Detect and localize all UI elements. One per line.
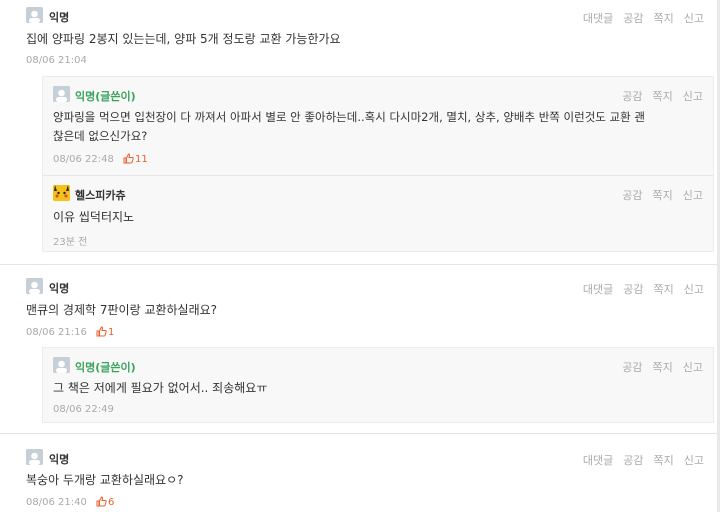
comment-author: 익명 <box>49 282 70 295</box>
message-button[interactable]: 쪽지 <box>653 189 673 202</box>
comment-author: 익명 <box>49 453 70 466</box>
message-button[interactable]: 쪽지 <box>654 12 674 25</box>
message-button[interactable]: 쪽지 <box>653 90 673 103</box>
comment-text: 맨큐의 경제학 7판이랑 교환하실래요? <box>26 303 218 317</box>
message-button[interactable]: 쪽지 <box>654 283 674 296</box>
comment-actions: 대댓글 공감 쪽지 신고 <box>573 452 704 468</box>
reply-author: 익명(글쓴이) <box>75 361 136 374</box>
reply-text-line-2: 찮은데 없으신가요? <box>53 129 148 143</box>
reply-button[interactable]: 대댓글 <box>583 283 613 296</box>
comment-text: 집에 양파링 2봉지 있는는데, 양파 5개 정도랑 교환 가능한가요 <box>26 32 341 46</box>
like-count: 1 <box>96 326 114 338</box>
like-button[interactable]: 공감 <box>622 361 642 374</box>
reply-actions: 공감 쪽지 신고 <box>612 187 703 203</box>
comment-time: 08/06 21:04 <box>26 55 87 66</box>
thumbs-up-icon <box>96 496 107 507</box>
report-button[interactable]: 신고 <box>684 454 704 467</box>
comment-meta: 08/06 21:40 6 <box>26 496 114 508</box>
reply-actions: 공감 쪽지 신고 <box>612 359 703 375</box>
comment-1: 익명 대댓글 공감 쪽지 신고 집에 양파링 2봉지 있는는데, 양파 5개 정도랑 … <box>0 0 720 264</box>
reply-text: 그 책은 저에게 필요가 없어서.. 죄송해요ㅠ <box>53 381 268 395</box>
reply-time: 23분 전 <box>53 237 88 248</box>
report-button[interactable]: 신고 <box>683 361 703 374</box>
reply-list: 익명(글쓴이) 공감 쪽지 신고 그 책은 저에게 필요가 없어서.. 죄송해요ㅠ … <box>42 347 714 423</box>
message-button[interactable]: 쪽지 <box>654 454 674 467</box>
reply-meta: 08/06 22:48 11 <box>53 153 148 165</box>
reply-button[interactable]: 대댓글 <box>583 454 613 467</box>
thumbs-up-icon <box>123 153 134 164</box>
thumbs-up-icon <box>96 326 107 337</box>
default-avatar-icon <box>26 7 43 23</box>
reply-actions: 공감 쪽지 신고 <box>612 88 703 104</box>
like-count: 11 <box>123 153 148 165</box>
like-button[interactable]: 공감 <box>623 454 643 467</box>
reply-text: 이유 씹덕터지노 <box>53 210 135 224</box>
reply-button[interactable]: 대댓글 <box>583 12 613 25</box>
comment-author: 익명 <box>49 11 70 24</box>
comment-3: 익명 대댓글 공감 쪽지 신고 복숭아 두개랑 교환하실래요ㅇ? 08/06 21:4… <box>0 434 720 512</box>
comment-time: 08/06 21:16 <box>26 327 87 338</box>
like-button[interactable]: 공감 <box>622 90 642 103</box>
divider <box>43 175 713 176</box>
reply-text-line-1: 양파링을 먹으면 입천장이 다 까져서 아파서 별로 안 좋아하는데..혹시 다… <box>53 110 645 124</box>
reply-time: 08/06 22:48 <box>53 154 114 165</box>
comment-meta: 08/06 21:16 1 <box>26 326 114 338</box>
comment-actions: 대댓글 공감 쪽지 신고 <box>573 10 704 26</box>
like-button[interactable]: 공감 <box>623 283 643 296</box>
default-avatar-icon <box>26 278 43 294</box>
like-button[interactable]: 공감 <box>623 12 643 25</box>
comment-actions: 대댓글 공감 쪽지 신고 <box>573 281 704 297</box>
report-button[interactable]: 신고 <box>683 90 703 103</box>
default-avatar-icon <box>53 86 70 102</box>
like-button[interactable]: 공감 <box>622 189 642 202</box>
comment-time: 08/06 21:40 <box>26 497 87 508</box>
reply-author: 익명(글쓴이) <box>75 90 136 103</box>
report-button[interactable]: 신고 <box>684 283 704 296</box>
comment-2: 익명 대댓글 공감 쪽지 신고 맨큐의 경제학 7판이랑 교환하실래요? 08/06 … <box>0 265 720 431</box>
reply-list: 익명(글쓴이) 공감 쪽지 신고 양파링을 먹으면 입천장이 다 까져서 아파서 별… <box>42 76 714 252</box>
default-avatar-icon <box>26 449 43 465</box>
message-button[interactable]: 쪽지 <box>653 361 673 374</box>
reply-time: 08/06 22:49 <box>53 404 114 415</box>
report-button[interactable]: 신고 <box>683 189 703 202</box>
like-count: 6 <box>96 496 114 508</box>
comment-text: 복숭아 두개랑 교환하실래요ㅇ? <box>26 473 184 487</box>
report-button[interactable]: 신고 <box>684 12 704 25</box>
reply-author: 헬스피카츄 <box>75 189 126 202</box>
default-avatar-icon <box>53 357 70 373</box>
pikachu-avatar-icon <box>53 185 70 201</box>
